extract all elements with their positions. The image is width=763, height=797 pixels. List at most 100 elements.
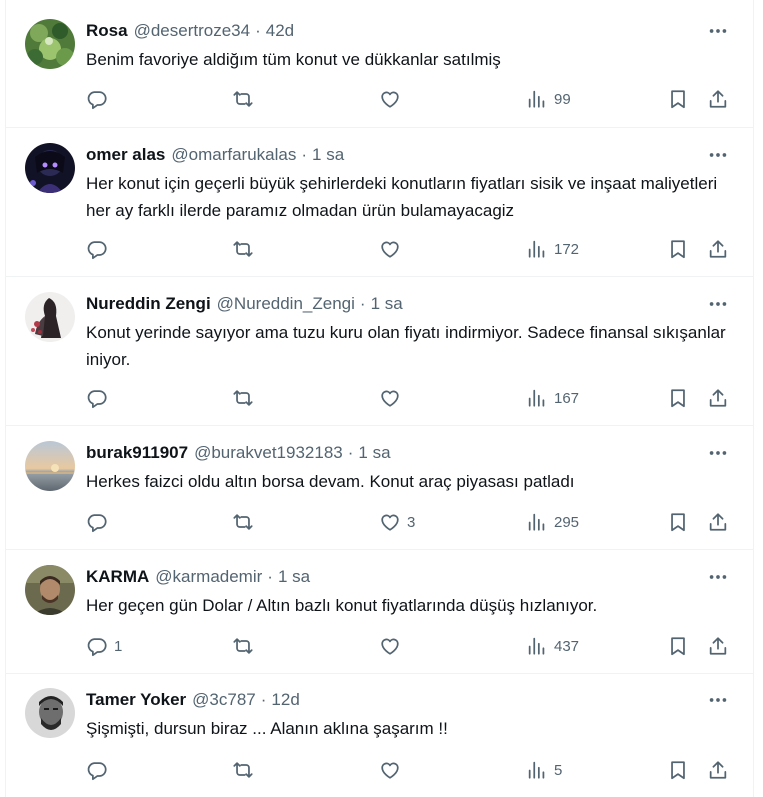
views-chart-icon [528,637,545,655]
separator: · [267,567,273,586]
heart-icon [381,241,399,258]
user-handle[interactable]: @omarfarukalas [171,144,296,166]
separator: · [301,145,308,164]
like-button[interactable] [379,387,407,409]
user-handle[interactable]: @burakvet1932183 [194,442,343,464]
views-chart-icon [528,90,545,108]
reply-icon [87,390,107,409]
timestamp[interactable]: 1 sa [312,144,344,166]
share-button[interactable] [707,88,729,110]
more-options-button[interactable] [707,442,729,464]
display-name[interactable]: Nureddin Zengi [86,293,211,315]
tweet-item[interactable]: KARMA @karmademir · 1 sa Her geçen gün D… [6,550,753,674]
more-dots-icon [709,698,727,702]
timestamp[interactable]: 12d [271,689,299,711]
tweet-item[interactable]: Nureddin Zengi @Nureddin_Zengi · 1 sa Ko… [6,277,753,426]
like-button[interactable] [379,238,407,260]
like-count: 3 [407,513,416,531]
bookmark-icon [671,761,685,780]
bookmark-icon [671,389,685,408]
views-button[interactable]: 172 [526,238,579,260]
share-icon [709,637,727,655]
heart-icon [381,638,399,655]
share-icon [709,389,727,407]
timestamp[interactable]: 1 sa [358,442,390,464]
share-button[interactable] [707,635,729,657]
tweet-item[interactable]: Tamer Yoker @3c787 · 12d Şişmişti, dursu… [6,674,753,797]
views-button[interactable]: 5 [526,759,562,781]
views-button[interactable]: 99 [526,88,571,110]
retweet-button[interactable] [232,238,260,260]
bookmark-button[interactable] [667,759,689,781]
view-count: 99 [554,90,571,108]
user-handle[interactable]: @desertroze34 [134,20,251,42]
reply-button[interactable] [86,238,114,260]
avatar[interactable] [25,19,75,69]
like-button[interactable] [379,635,407,657]
bookmark-button[interactable] [667,387,689,409]
view-count: 172 [554,240,580,258]
heart-icon [381,91,399,108]
views-chart-icon [528,513,545,531]
retweet-icon [233,390,253,406]
tweet-item[interactable]: Rosa @desertroze34 · 42d Benim favoriye … [6,0,753,128]
more-options-button[interactable] [707,20,729,42]
bookmark-button[interactable] [667,635,689,657]
retweet-button[interactable] [232,759,260,781]
display-name[interactable]: Tamer Yoker [86,689,186,711]
retweet-icon [233,638,253,654]
reply-button[interactable] [86,759,114,781]
reply-button[interactable]: 1 [86,635,122,657]
tweet-header: KARMA @karmademir · 1 sa [86,566,310,588]
user-handle[interactable]: @Nureddin_Zengi [217,293,355,315]
more-dots-icon [709,29,727,33]
separator: · [347,443,354,462]
avatar[interactable] [25,441,75,491]
more-dots-icon [709,302,727,306]
avatar[interactable] [25,143,75,193]
timestamp[interactable]: 1 sa [371,293,403,315]
timestamp[interactable]: 42d [266,20,294,42]
share-button[interactable] [707,387,729,409]
user-handle[interactable]: @3c787 [192,689,256,711]
views-button[interactable]: 295 [526,511,579,533]
bookmark-button[interactable] [667,238,689,260]
more-options-button[interactable] [707,144,729,166]
reply-button[interactable] [86,88,114,110]
retweet-icon [233,762,253,778]
like-button[interactable] [379,88,407,110]
display-name[interactable]: omer alas [86,144,165,166]
reply-button[interactable] [86,387,114,409]
user-handle[interactable]: @karmademir [155,566,262,588]
like-button[interactable] [379,759,407,781]
share-icon [709,513,727,531]
tweet-item[interactable]: burak911907 @burakvet1932183 · 1 sa Herk… [6,426,753,550]
more-options-button[interactable] [707,293,729,315]
retweet-button[interactable] [232,88,260,110]
tweet-text: Her konut için geçerli büyük şehirlerdek… [86,174,718,220]
like-button[interactable]: 3 [379,511,415,533]
reply-button[interactable] [86,511,114,533]
share-button[interactable] [707,759,729,781]
display-name[interactable]: Rosa [86,20,128,42]
more-options-button[interactable] [707,566,729,588]
views-button[interactable]: 437 [526,635,579,657]
views-button[interactable]: 167 [526,387,579,409]
display-name[interactable]: burak911907 [86,442,188,464]
share-button[interactable] [707,238,729,260]
avatar[interactable] [25,688,75,738]
retweet-button[interactable] [232,635,260,657]
retweet-button[interactable] [232,511,260,533]
bookmark-button[interactable] [667,511,689,533]
reply-icon [87,91,107,110]
more-options-button[interactable] [707,689,729,711]
display-name[interactable]: KARMA [86,566,149,588]
avatar[interactable] [25,565,75,615]
retweet-button[interactable] [232,387,260,409]
timestamp[interactable]: 1 sa [278,566,310,588]
tweet-item[interactable]: omer alas @omarfarukalas · 1 sa Her konu… [6,128,753,277]
share-button[interactable] [707,511,729,533]
share-icon [709,90,727,108]
bookmark-button[interactable] [667,88,689,110]
avatar[interactable] [25,292,75,342]
